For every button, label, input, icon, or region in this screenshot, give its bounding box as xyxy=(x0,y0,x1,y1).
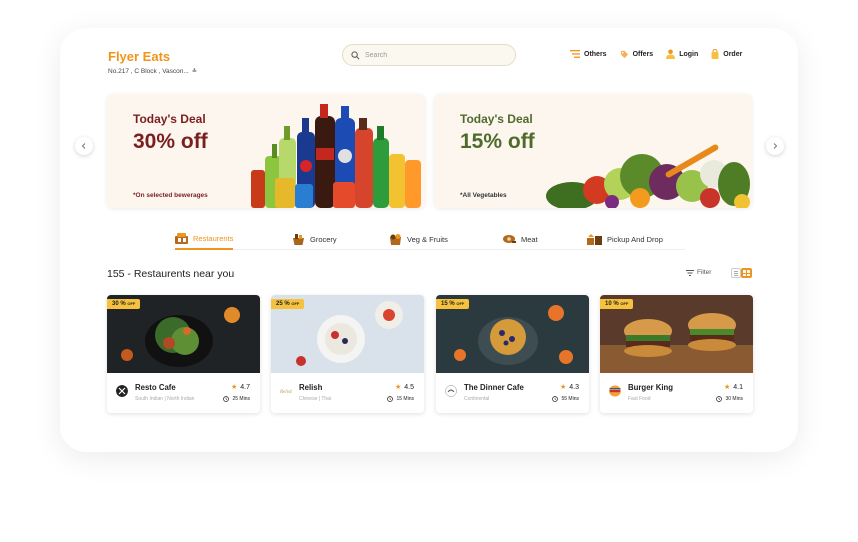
search-input[interactable] xyxy=(365,51,495,59)
star-icon: ★ xyxy=(230,384,238,391)
nav-login[interactable]: Login xyxy=(666,49,698,59)
discount-badge: 15 % OFF xyxy=(436,299,470,309)
tab-label: Grocery xyxy=(310,234,337,244)
delivery-time: 15 Mins xyxy=(387,396,414,402)
search-icon xyxy=(351,50,360,59)
deal-banner-beverages[interactable]: Today's Deal 30% off *On selected bewera… xyxy=(107,94,425,208)
clock-icon xyxy=(716,396,723,402)
deal-banner-vegetables[interactable]: Today's Deal 15% off *All Vegetables xyxy=(434,94,752,208)
nav-label: Offers xyxy=(632,50,654,58)
tab-label: Restaurents xyxy=(193,233,234,243)
brand-logo[interactable]: Flyer Eats xyxy=(108,49,170,64)
tab-label: Veg & Fruits xyxy=(407,234,448,244)
beverages-image xyxy=(251,104,421,208)
nav-label: Login xyxy=(679,50,699,58)
filter-icon xyxy=(686,269,694,276)
chevron-right-icon xyxy=(773,143,778,149)
restaurant-name: The Dinner Cafe xyxy=(464,383,524,392)
restaurant-logo: Relish xyxy=(280,390,292,395)
restaurant-cuisine: Continental xyxy=(464,396,490,402)
restaurant-card-resto-cafe[interactable]: 30 % OFF Resto Cafe South Indian | North… xyxy=(107,295,260,413)
restaurant-logo xyxy=(445,385,457,397)
deal-title: Today's Deal xyxy=(460,112,533,126)
bag-icon xyxy=(711,49,719,59)
category-tabs: Restaurents Grocery Veg & Fruits Meat Pi… xyxy=(173,228,685,250)
svg-text:Relish: Relish xyxy=(280,390,292,395)
grid-view-toggle[interactable] xyxy=(741,268,752,278)
tab-label: Meat xyxy=(521,234,538,244)
tab-label: Pickup And Drop xyxy=(607,234,663,244)
clock-icon xyxy=(223,396,230,402)
deal-title: Today's Deal xyxy=(133,112,206,126)
top-nav: Others Offers Login Order xyxy=(570,49,742,59)
restaurant-name: Burger King xyxy=(628,383,674,392)
restaurant-cuisine: Fast Food xyxy=(628,396,651,402)
deal-discount: 30% off xyxy=(133,130,208,153)
section-title: 155 - Restaurents near you xyxy=(107,268,235,280)
tab-restaurents[interactable]: Restaurents xyxy=(175,228,234,250)
restaurant-cuisine: South Indian | North Indian xyxy=(135,396,195,402)
clock-icon xyxy=(552,396,559,402)
restaurant-icon xyxy=(175,232,188,244)
vegetables-image xyxy=(546,144,750,208)
tag-icon xyxy=(620,50,628,58)
user-icon xyxy=(666,49,676,59)
grocery-icon xyxy=(293,233,304,245)
restaurant-logo xyxy=(609,385,621,397)
clock-icon xyxy=(387,396,394,402)
delivery-time: 25 Mins xyxy=(223,396,250,402)
restaurant-card-relish[interactable]: 25 % OFF Relish Relish Chinese | Thai ★ 4… xyxy=(271,295,424,413)
chevron-down-icon: ≛ xyxy=(191,69,197,75)
carousel-next-button[interactable] xyxy=(766,137,784,155)
restaurant-cuisine: Chinese | Thai xyxy=(299,396,332,402)
filter-label: Filter xyxy=(697,269,712,276)
nav-others[interactable]: Others xyxy=(570,50,607,58)
star-icon: ★ xyxy=(723,384,731,391)
restaurant-card-dinner-cafe[interactable]: 15 % OFF The Dinner Cafe Continental ★ 4.… xyxy=(436,295,589,413)
restaurant-rating: ★ 4.3 xyxy=(559,383,579,392)
nav-order[interactable]: Order xyxy=(711,49,742,59)
deal-discount: 15% off xyxy=(460,130,535,153)
star-icon: ★ xyxy=(559,384,567,391)
nav-label: Others xyxy=(584,50,607,58)
delivery-address[interactable]: No.217 , C Block , Vascon... ≛ xyxy=(108,68,197,75)
restaurant-card-burger-king[interactable]: 10 % OFF Burger King Fast Food ★ 4.1 30 M… xyxy=(600,295,753,413)
delivery-time: 30 Mins xyxy=(716,396,743,402)
discount-badge: 30 % OFF xyxy=(107,299,141,309)
discount-badge: 25 % OFF xyxy=(271,299,305,309)
tab-grocery[interactable]: Grocery xyxy=(292,228,337,250)
discount-badge: 10 % OFF xyxy=(600,299,634,309)
tab-meat[interactable]: Meat xyxy=(503,228,538,250)
restaurant-logo xyxy=(116,385,128,397)
chevron-left-icon xyxy=(81,143,86,149)
pickup-drop-icon xyxy=(587,233,602,245)
list-view-toggle[interactable] xyxy=(731,268,741,278)
nav-label: Order xyxy=(723,50,743,58)
restaurant-rating: ★ 4.5 xyxy=(394,383,414,392)
deal-note: *On selected bewerages xyxy=(133,192,208,199)
carousel-prev-button[interactable] xyxy=(75,137,93,155)
restaurant-rating: ★ 4.1 xyxy=(723,383,743,392)
tab-pickup-drop[interactable]: Pickup And Drop xyxy=(587,228,663,250)
veg-fruits-icon xyxy=(390,233,401,245)
restaurant-name: Resto Cafe xyxy=(135,383,176,392)
restaurant-rating: ★ 4.7 xyxy=(230,383,250,392)
delivery-time: 55 Mins xyxy=(552,396,579,402)
meat-icon xyxy=(503,234,516,243)
menu-icon xyxy=(570,50,580,58)
nav-offers[interactable]: Offers xyxy=(620,50,654,59)
address-text: No.217 , C Block , Vascon... xyxy=(108,68,189,75)
search-bar[interactable] xyxy=(342,44,516,66)
restaurant-name: Relish xyxy=(299,383,323,392)
tab-veg-fruits[interactable]: Veg & Fruits xyxy=(389,228,448,250)
filter-button[interactable]: Filter xyxy=(686,269,711,276)
star-icon: ★ xyxy=(394,384,402,391)
deal-note: *All Vegetables xyxy=(460,192,507,199)
